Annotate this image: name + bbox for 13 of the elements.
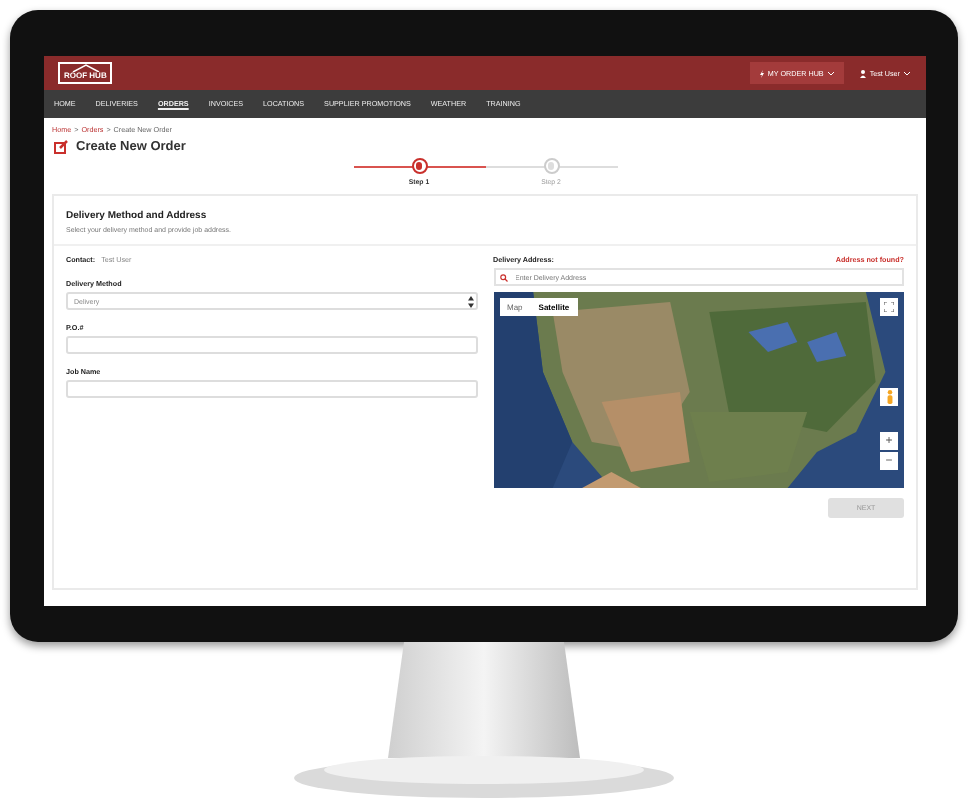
input-field[interactable] [66,380,477,398]
search-icon [499,273,507,281]
roof-icon [71,64,100,72]
user-icon [859,69,866,77]
fullscreen-icon [884,302,894,312]
fullscreen-button[interactable] [880,298,898,316]
person-icon [885,390,893,404]
lightning-icon [759,69,764,77]
input-field[interactable] [66,336,477,354]
pegman-button[interactable] [880,388,898,406]
edit-icon [54,140,68,154]
spinner-arrows-icon [467,295,473,307]
step-marker[interactable] [411,158,427,174]
